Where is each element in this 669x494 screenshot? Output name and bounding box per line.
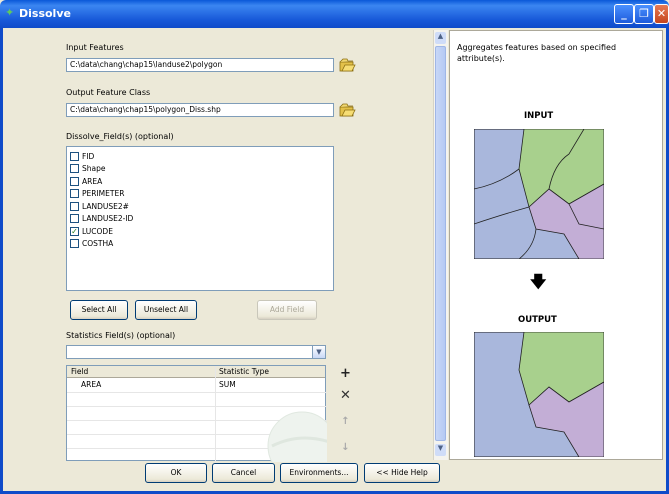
open-folder-icon: [339, 58, 356, 72]
dissolve-field-label: PERIMETER: [82, 189, 125, 198]
close-button[interactable]: ✕: [654, 4, 669, 24]
input-features-field[interactable]: C:\data\chang\chap15\landuse2\polygon: [66, 58, 334, 72]
window-title: Dissolve: [19, 7, 71, 20]
restore-button[interactable]: ❐: [634, 4, 654, 24]
dissolve-field-label: LUCODE: [82, 226, 113, 236]
dissolve-field-label: LANDUSE2-ID: [82, 214, 134, 223]
dissolve-field-label: AREA: [82, 176, 103, 186]
table-row-statistic-type[interactable]: SUM: [219, 380, 236, 389]
down-arrow-icon: 🡇: [530, 272, 547, 291]
dissolve-field-label: Shape: [82, 164, 106, 173]
dissolve-field-item[interactable]: LANDUSE2-ID: [70, 213, 133, 225]
toolbox-icon: ✦: [5, 6, 15, 19]
move-up-button[interactable]: ↑: [337, 414, 354, 430]
checkbox-icon[interactable]: [70, 151, 79, 161]
checkbox-icon[interactable]: [70, 176, 79, 186]
checkbox-icon[interactable]: [70, 164, 79, 173]
scroll-up-icon[interactable]: ▲: [435, 32, 446, 44]
select-all-button[interactable]: Select All: [70, 300, 128, 320]
dissolve-field-item[interactable]: COSTHA: [70, 238, 113, 250]
watermark-globe-icon: [267, 411, 327, 462]
checkbox-icon[interactable]: [70, 201, 79, 211]
dissolve-fields-label: Dissolve_Field(s) (optional): [66, 132, 174, 141]
title-bar[interactable]: ✦ Dissolve _ ❐ ✕: [0, 0, 669, 28]
statistics-table-header: Field Statistic Type: [67, 366, 325, 378]
scrollbar-thumb[interactable]: [435, 46, 446, 441]
add-field-button: Add Field: [257, 300, 317, 320]
input-features-label: Input Features: [66, 43, 124, 52]
dissolve-fields-list[interactable]: FID Shape AREA PERIMETER LANDUSE2# LANDUSE2-I…: [66, 146, 334, 291]
browse-input-button[interactable]: [338, 57, 356, 73]
output-diagram: [474, 332, 604, 457]
row-divider: [67, 392, 327, 393]
dissolve-field-item[interactable]: LANDUSE2#: [70, 200, 129, 212]
dissolve-dialog: ✦ Dissolve _ ❐ ✕ Input Features C:\data\…: [0, 0, 669, 494]
parameters-pane: Input Features C:\data\chang\chap15\land…: [8, 28, 431, 462]
dissolve-field-item[interactable]: ✓ LUCODE: [70, 225, 113, 237]
cancel-button[interactable]: Cancel: [212, 463, 275, 483]
delete-row-button[interactable]: ✕: [337, 388, 354, 404]
dissolve-field-label: FID: [82, 151, 95, 161]
parameters-scrollbar[interactable]: ▲ ▼: [433, 30, 448, 460]
statistics-table[interactable]: Field Statistic Type AREA SUM: [66, 365, 327, 462]
dissolve-field-item[interactable]: Shape: [70, 163, 106, 175]
help-pane: Aggregates features based on specified a…: [449, 30, 663, 460]
unselect-all-button[interactable]: Unselect All: [135, 300, 197, 320]
ok-button[interactable]: OK: [145, 463, 207, 483]
checkbox-icon[interactable]: [70, 239, 79, 248]
chevron-down-icon[interactable]: ▼: [312, 346, 325, 358]
input-diagram-label: INPUT: [524, 111, 554, 121]
dissolve-field-item[interactable]: FID: [70, 150, 94, 162]
add-row-button[interactable]: +: [337, 366, 354, 382]
statistics-fields-label: Statistics Field(s) (optional): [66, 331, 176, 340]
dissolve-field-item[interactable]: PERIMETER: [70, 188, 124, 200]
environments-button[interactable]: Environments...: [280, 463, 358, 483]
statistics-field-combo[interactable]: ▼: [66, 345, 326, 359]
browse-output-button[interactable]: [338, 102, 356, 118]
table-row-field[interactable]: AREA: [81, 380, 101, 389]
scroll-down-icon[interactable]: ▼: [435, 444, 446, 456]
dissolve-field-item[interactable]: AREA: [70, 175, 102, 187]
output-feature-class-field[interactable]: C:\data\chang\chap15\polygon_Diss.shp: [66, 103, 334, 117]
help-description: Aggregates features based on specified a…: [457, 43, 617, 63]
dissolve-field-label: LANDUSE2#: [82, 201, 129, 211]
move-down-button[interactable]: ↓: [337, 440, 354, 456]
checkbox-checked-icon[interactable]: ✓: [70, 226, 79, 236]
column-header-field: Field: [71, 367, 89, 376]
minimize-button[interactable]: _: [614, 4, 634, 24]
output-diagram-label: OUTPUT: [518, 315, 557, 325]
checkbox-icon[interactable]: [70, 189, 79, 198]
column-header-statistic-type: Statistic Type: [219, 367, 269, 376]
output-feature-class-label: Output Feature Class: [66, 88, 151, 97]
open-folder-icon: [339, 103, 356, 117]
checkbox-icon[interactable]: [70, 214, 79, 223]
hide-help-button[interactable]: << Hide Help: [364, 463, 440, 483]
input-diagram: [474, 129, 604, 259]
dissolve-field-label: COSTHA: [82, 239, 114, 248]
